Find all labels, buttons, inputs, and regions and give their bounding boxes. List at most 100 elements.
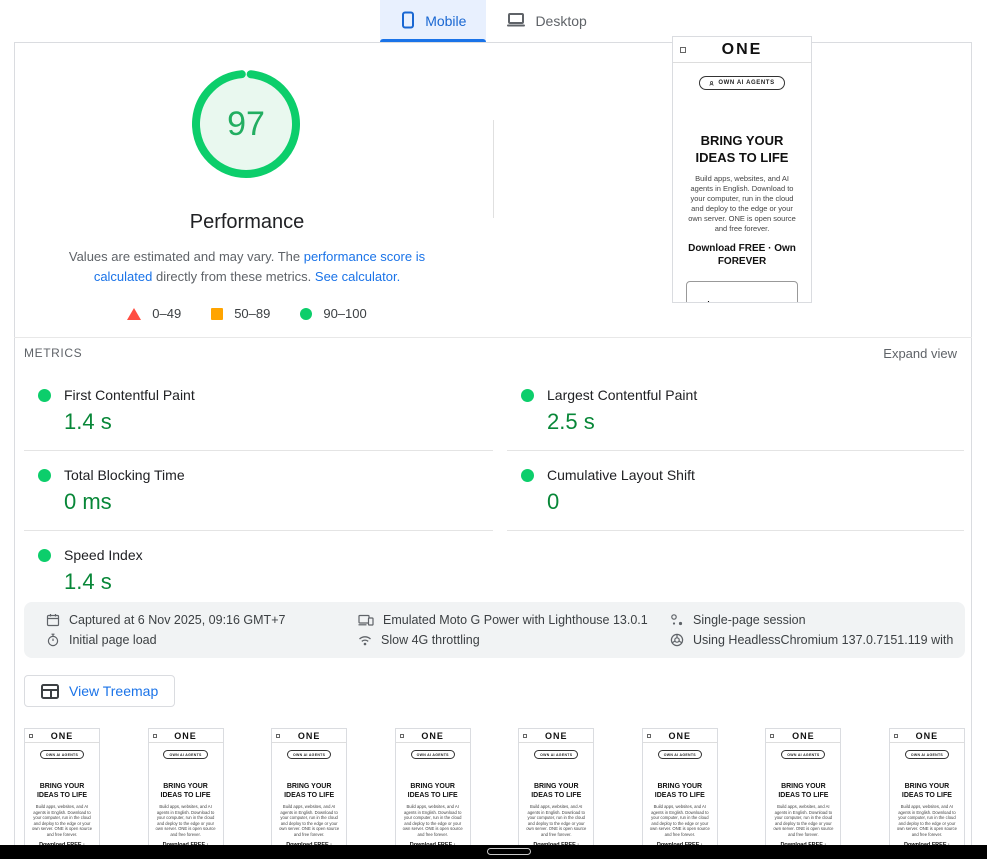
summary-divider (493, 120, 494, 218)
legend-fail: 0–49 (127, 306, 181, 321)
filmstrip-thumbnail: ONE OWN AI AGENTS BRING YOUR IDEAS TO LI… (765, 728, 841, 845)
legend-pass: 90–100 (300, 306, 366, 321)
metric-largest-contentful-paint: Largest Contentful Paint 2.5 s (507, 371, 964, 451)
own-ai-agents-badge: OWN AI AGENTS (699, 76, 784, 90)
site-body-text: Build apps, websites, and AI agents in E… (25, 804, 99, 838)
site-logo: ONE (680, 41, 804, 59)
page-screenshot[interactable]: ONE OWN AI AGENTS BRING YOUR IDEAS TO LI… (672, 36, 812, 303)
performance-score: 97 (188, 66, 304, 182)
site-logo: ONE (29, 731, 95, 741)
tab-desktop[interactable]: Desktop (486, 0, 606, 42)
metrics-column-right: Largest Contentful Paint 2.5 s Cumulativ… (507, 371, 964, 531)
legend-fail-label: 0–49 (152, 306, 181, 321)
emulation-label: Emulated Moto G Power with Lighthouse 13… (383, 613, 648, 627)
metric-name: Total Blocking Time (64, 467, 185, 483)
own-ai-agents-badge: OWN AI AGENTS (905, 750, 949, 759)
badge-label: OWN AI AGENTS (540, 753, 572, 757)
site-logo: ONE (894, 731, 960, 741)
filmstrip-thumbnail: ONE OWN AI AGENTS BRING YOUR IDEAS TO LI… (889, 728, 965, 845)
session-icon (670, 613, 684, 627)
badge-label: OWN AI AGENTS (46, 753, 78, 757)
metric-speed-index: Speed Index 1.4 s (24, 531, 493, 610)
throttling-info[interactable]: Slow 4G throttling (358, 633, 670, 647)
badge-icon (709, 81, 714, 86)
score-disclaimer: Values are estimated and may vary. The p… (63, 247, 431, 287)
badge-label: OWN AI AGENTS (787, 753, 819, 757)
site-logo: ONE (276, 731, 342, 741)
screenshot-header: ONE (396, 729, 470, 743)
disclaimer-text-2: directly from these metrics. (152, 269, 315, 284)
captured-at: Captured at 6 Nov 2025, 09:16 GMT+7 (46, 613, 358, 627)
metric-value: 2.5 s (547, 409, 964, 435)
site-logo: ONE (647, 731, 713, 741)
metric-name: Largest Contentful Paint (547, 387, 697, 403)
bottom-page-strip (0, 845, 987, 859)
pass-dot-icon (38, 469, 51, 482)
average-square-icon (211, 308, 223, 320)
filmstrip-thumbnail: ONE OWN AI AGENTS BRING YOUR IDEAS TO LI… (148, 728, 224, 845)
filmstrip-thumbnail: ONE OWN AI AGENTS BRING YOUR IDEAS TO LI… (24, 728, 100, 845)
browser-engine-label: Using HeadlessChromium 137.0.7151.119 wi… (693, 633, 957, 647)
site-heading: BRING YOUR IDEAS TO LIFE (396, 782, 470, 800)
view-treemap-button[interactable]: View Treemap (24, 675, 175, 707)
own-ai-agents-badge: OWN AI AGENTS (287, 750, 331, 759)
performance-gauge[interactable]: 97 (188, 66, 304, 182)
badge-label: OWN AI AGENTS (664, 753, 696, 757)
bottom-pill-button (487, 848, 531, 855)
site-heading: BRING YOUR IDEAS TO LIFE (519, 782, 593, 800)
site-body-text: Build apps, websites, and AI agents in E… (519, 804, 593, 838)
pass-dot-icon (521, 389, 534, 402)
captured-at-label: Captured at 6 Nov 2025, 09:16 GMT+7 (69, 613, 285, 627)
fail-triangle-icon (127, 308, 141, 320)
filmstrip: ONE OWN AI AGENTS BRING YOUR IDEAS TO LI… (24, 728, 965, 845)
metrics-column-left: First Contentful Paint 1.4 s Total Block… (24, 371, 493, 610)
site-logo: ONE (770, 731, 836, 741)
metric-value: 1.4 s (64, 409, 493, 435)
site-body-text: Build apps, websites, and AI agents in E… (890, 804, 964, 838)
calendar-icon (46, 613, 60, 627)
category-title: Performance (66, 211, 428, 234)
see-calculator-link[interactable]: See calculator. (315, 269, 400, 284)
screenshot-header: ONE (643, 729, 717, 743)
site-logo: ONE (400, 731, 466, 741)
mobile-phone-icon (400, 11, 416, 32)
stopwatch-icon (46, 633, 60, 647)
site-logo: ONE (523, 731, 589, 741)
treemap-icon (41, 684, 59, 699)
session-info[interactable]: Single-page session (670, 613, 957, 627)
devices-icon (358, 613, 374, 627)
metrics-top-divider (14, 337, 972, 338)
site-heading: BRING YOUR IDEAS TO LIFE (643, 782, 717, 800)
badge-label: OWN AI AGENTS (293, 753, 325, 757)
network-signal-icon (358, 633, 372, 647)
badge-label: OWN AI AGENTS (169, 753, 201, 757)
pass-circle-icon (300, 308, 312, 320)
expand-view-link[interactable]: Expand view (883, 346, 957, 361)
site-heading: BRING YOUR IDEAS TO LIFE (25, 782, 99, 800)
view-treemap-label: View Treemap (69, 683, 158, 699)
legend-pass-label: 90–100 (323, 306, 366, 321)
legend-average-label: 50–89 (234, 306, 270, 321)
screenshot-header: ONE (149, 729, 223, 743)
site-body-text: Build apps, websites, and AI agents in E… (643, 804, 717, 838)
session-label: Single-page session (693, 613, 806, 627)
own-ai-agents-badge: OWN AI AGENTS (781, 750, 825, 759)
pass-dot-icon (38, 389, 51, 402)
emulation-info[interactable]: Emulated Moto G Power with Lighthouse 13… (358, 613, 670, 627)
site-heading: BRING YOUR IDEAS TO LIFE (673, 132, 811, 166)
tab-mobile[interactable]: Mobile (380, 0, 486, 42)
badge-label: OWN AI AGENTS (718, 80, 774, 86)
screenshot-header: ONE (673, 37, 811, 63)
metric-name: Speed Index (64, 547, 143, 563)
pass-dot-icon (521, 469, 534, 482)
metric-total-blocking-time: Total Blocking Time 0 ms (24, 451, 493, 531)
download-icon (703, 300, 714, 303)
site-body-text: Build apps, websites, and AI agents in E… (272, 804, 346, 838)
site-heading: BRING YOUR IDEAS TO LIFE (766, 782, 840, 800)
metric-first-contentful-paint: First Contentful Paint 1.4 s (24, 371, 493, 451)
metric-name: Cumulative Layout Shift (547, 467, 695, 483)
browser-engine-info[interactable]: Using HeadlessChromium 137.0.7151.119 wi… (670, 633, 957, 647)
tab-desktop-label: Desktop (535, 13, 586, 29)
own-ai-agents-badge: OWN AI AGENTS (411, 750, 455, 759)
badge-label: OWN AI AGENTS (911, 753, 943, 757)
